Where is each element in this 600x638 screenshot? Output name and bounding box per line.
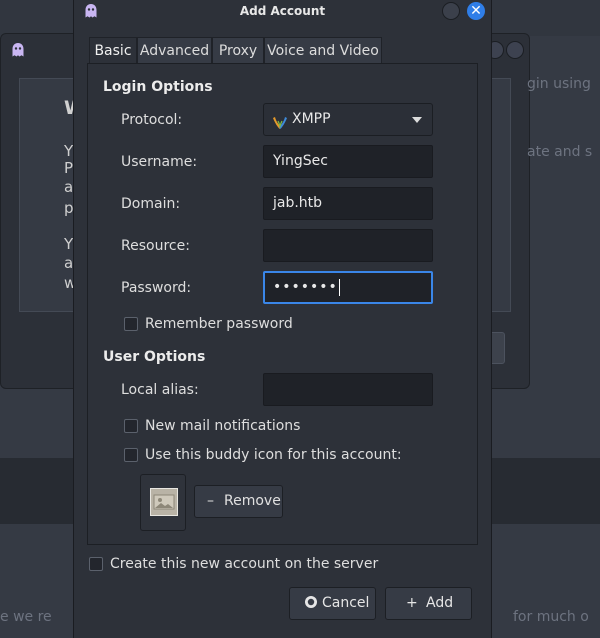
user-options-heading: User Options: [103, 349, 206, 365]
background-faint-text: gin using: [527, 76, 591, 92]
username-field[interactable]: YingSec: [263, 145, 433, 178]
chevron-down-icon: [412, 117, 422, 123]
login-options-heading: Login Options: [103, 79, 213, 95]
new-mail-label: New mail notifications: [145, 418, 301, 434]
add-label: Add: [426, 595, 454, 611]
domain-label: Domain:: [121, 196, 181, 212]
close-icon[interactable]: [506, 41, 524, 59]
new-mail-checkbox[interactable]: [124, 419, 138, 433]
background-faint-text: e we re: [0, 609, 52, 625]
protocol-value: XMPP: [292, 111, 331, 127]
text-caret: [338, 278, 340, 296]
cancel-icon: [304, 588, 318, 619]
cancel-label: Cancel: [322, 595, 370, 611]
close-icon: ✕: [470, 3, 482, 19]
close-button[interactable]: ✕: [467, 2, 485, 20]
tab-basic[interactable]: Basic: [89, 37, 137, 64]
resource-field[interactable]: [263, 229, 433, 262]
password-field[interactable]: •••••••: [263, 271, 433, 304]
local-alias-label: Local alias:: [121, 382, 199, 398]
cancel-button[interactable]: Cancel: [289, 587, 376, 620]
remember-password-label: Remember password: [145, 316, 293, 332]
protocol-select[interactable]: XMPP: [263, 103, 433, 136]
background-faint-text: for much o: [513, 609, 589, 625]
background-faint-text: ate and s: [527, 144, 593, 160]
background-text: a: [64, 178, 74, 196]
protocol-label: Protocol:: [121, 112, 183, 128]
password-mask: •••••••: [273, 279, 338, 295]
background-text: a: [64, 254, 74, 272]
basic-panel: Login Options Protocol: XMPP Username: Y…: [87, 63, 478, 545]
add-account-dialog: Add Account ✕ Basic Advanced Proxy Voice…: [73, 0, 492, 638]
username-label: Username:: [121, 154, 198, 170]
create-account-checkbox[interactable]: [89, 557, 103, 571]
password-label: Password:: [121, 280, 192, 296]
buddy-icon-label: Use this buddy icon for this account:: [145, 447, 402, 463]
buddy-icon-button[interactable]: [140, 474, 186, 531]
pidgin-icon: [11, 42, 25, 62]
xmpp-icon: [272, 112, 288, 129]
remove-button[interactable]: – Remove: [194, 485, 283, 518]
domain-field[interactable]: jab.htb: [263, 187, 433, 220]
titlebar[interactable]: Add Account ✕: [74, 0, 491, 24]
tab-advanced[interactable]: Advanced: [137, 37, 212, 63]
plus-icon: +: [406, 595, 418, 611]
buddy-icon-checkbox[interactable]: [124, 448, 138, 462]
add-button[interactable]: + Add: [385, 587, 472, 620]
background-text: P: [64, 159, 74, 177]
tab-voice-and-video[interactable]: Voice and Video: [264, 37, 382, 63]
remember-password-checkbox[interactable]: [124, 317, 138, 331]
create-account-label: Create this new account on the server: [110, 556, 379, 572]
minus-icon: –: [207, 493, 214, 509]
local-alias-field[interactable]: [263, 373, 433, 406]
remove-label: Remove: [224, 493, 281, 509]
tab-proxy[interactable]: Proxy: [212, 37, 264, 63]
dialog-title: Add Account: [239, 4, 326, 18]
resource-label: Resource:: [121, 238, 190, 254]
minimize-button[interactable]: [442, 2, 460, 20]
background-text: Y: [64, 235, 74, 253]
image-placeholder-icon: [150, 488, 178, 516]
